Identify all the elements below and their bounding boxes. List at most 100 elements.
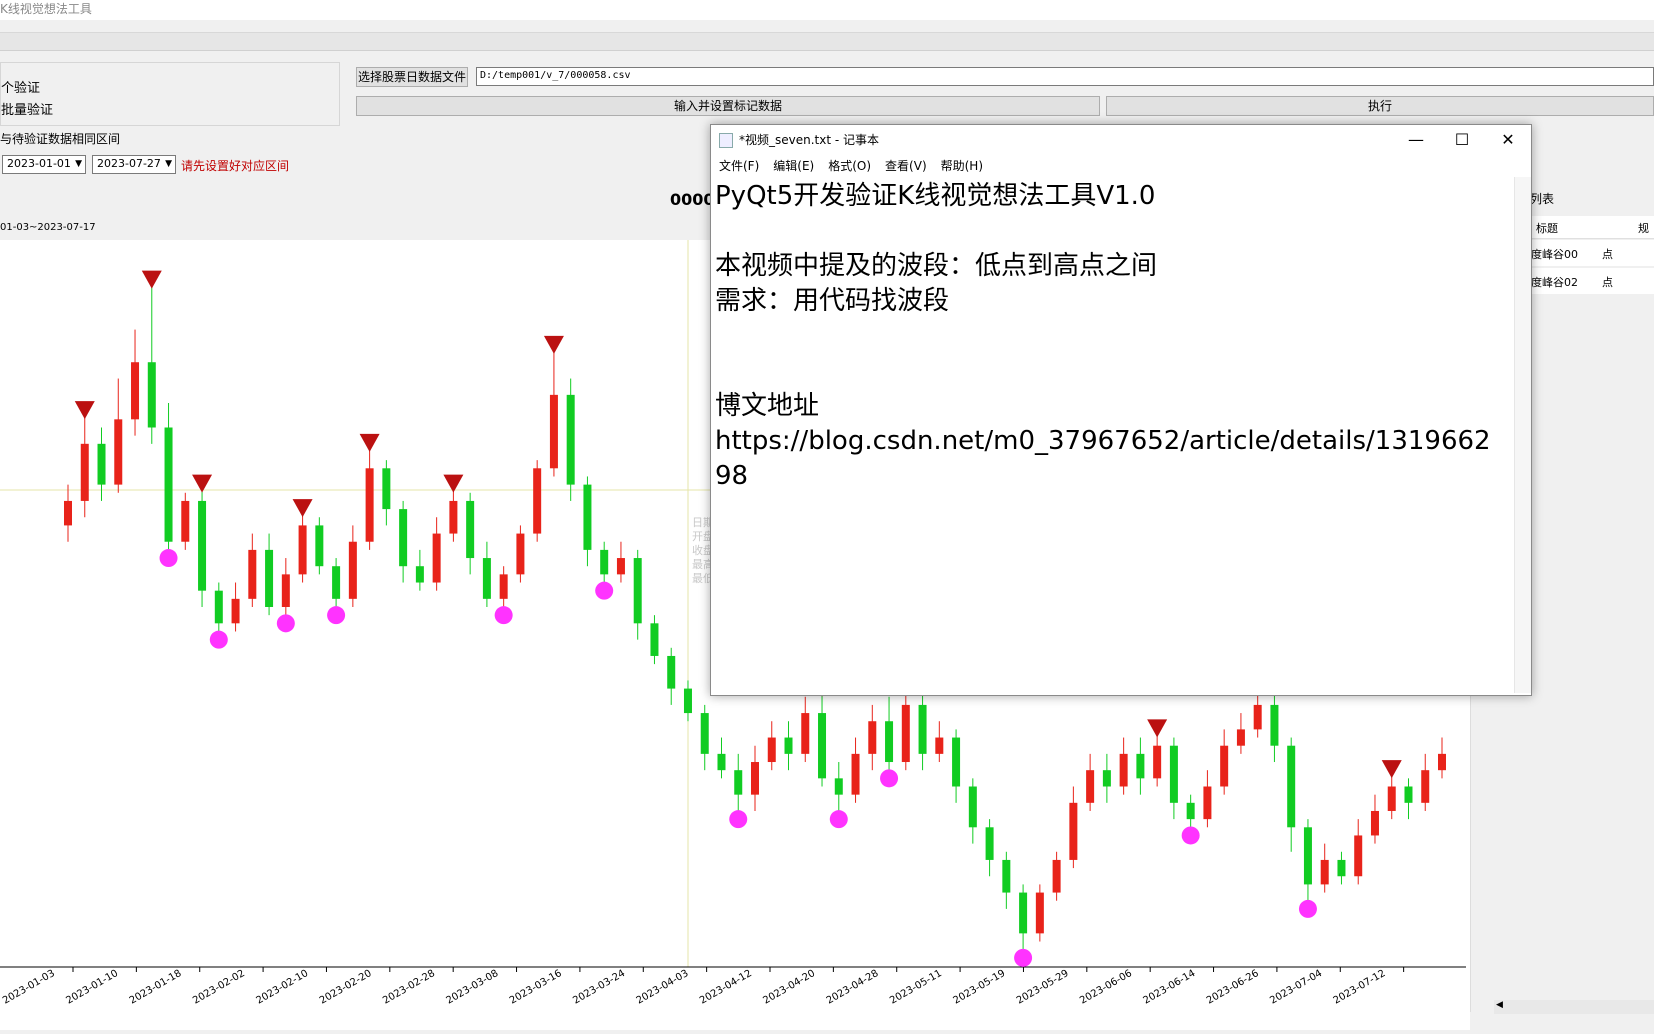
candle-body (633, 558, 642, 624)
menu-file[interactable]: 文件(F) (719, 159, 759, 173)
candle-body (734, 770, 743, 795)
app-titlebar: K线视觉想法工具 (0, 0, 1654, 20)
col-title: 标题 (1536, 222, 1558, 235)
candle-body (533, 468, 542, 534)
peak-marker (74, 401, 95, 420)
candle-body (399, 509, 408, 567)
x-tick-label: 2023-04-20 (761, 968, 817, 1007)
candle-body (784, 737, 793, 754)
candle-body (851, 753, 860, 795)
x-tick-label: 2023-07-12 (1332, 968, 1388, 1007)
minimize-icon[interactable]: — (1393, 125, 1439, 155)
x-tick-label: 2023-01-10 (64, 968, 120, 1007)
trough-marker (729, 810, 748, 829)
notepad-text-area[interactable]: PyQt5开发验证K线视觉想法工具V1.0 本视频中提及的波段：低点到高点之间 … (715, 179, 1505, 689)
app-title: K线视觉想法工具 (0, 2, 92, 16)
candle-body (214, 590, 223, 624)
candle-body (650, 623, 659, 656)
candle-body (114, 419, 123, 485)
notepad-window[interactable]: *视频_seven.txt - 记事本 — ☐ ✕ 文件(F) 编辑(E) 格式(O… (710, 124, 1532, 696)
notepad-titlebar[interactable]: *视频_seven.txt - 记事本 — ☐ ✕ (711, 125, 1531, 155)
notepad-menu-bar: 文件(F) 编辑(E) 格式(O) 查看(V) 帮助(H) (711, 155, 1531, 177)
candle-body (164, 427, 173, 542)
range-warning: 请先设置好对应区间 (181, 159, 290, 173)
notepad-title: *视频_seven.txt - 记事本 (739, 133, 880, 147)
radio-batch-verify[interactable]: 批量验证 (1, 99, 53, 118)
table-row[interactable]: 坡度峰谷02 点 (1520, 268, 1654, 294)
candle-body (1354, 835, 1363, 877)
select-file-button[interactable]: 选择股票日数据文件 (356, 67, 468, 87)
candle-body (549, 394, 558, 469)
list-horizontal-scrollbar[interactable]: ◀ (1494, 1000, 1654, 1014)
candle-body (1136, 753, 1145, 779)
candle-body (198, 500, 207, 591)
file-path-input[interactable]: D:/temp001/v_7/000058.csv (476, 67, 1654, 86)
trough-marker (595, 581, 614, 600)
candle-body (80, 443, 89, 501)
candle-body (1203, 786, 1212, 820)
input-mark-data-button[interactable]: 输入并设置标记数据 (356, 96, 1100, 116)
candle-body (516, 533, 525, 575)
x-tick-label: 2023-04-03 (635, 968, 691, 1007)
maximize-icon[interactable]: ☐ (1439, 125, 1485, 155)
trough-marker (276, 614, 295, 633)
start-date-picker[interactable]: 2023-01-01 ▼ (2, 155, 86, 174)
candle-body (1236, 729, 1245, 746)
candle-body (231, 598, 240, 624)
trough-marker (880, 769, 899, 788)
notepad-scrollbar[interactable] (1514, 177, 1531, 693)
candle-body (499, 574, 508, 599)
candle-body (717, 753, 726, 771)
end-date-picker[interactable]: 2023-07-27 ▼ (92, 155, 176, 174)
menu-view[interactable]: 查看(V) (885, 159, 927, 173)
execute-button[interactable]: 执行 (1106, 96, 1654, 116)
candle-body (600, 549, 609, 575)
candle-body (583, 484, 592, 550)
peak-marker (1147, 719, 1168, 738)
mode-groupbox: 个验证 批量验证 (0, 62, 340, 126)
peak-marker (359, 433, 380, 452)
candle-body (1052, 859, 1061, 893)
candle-body (1119, 753, 1128, 787)
candle-body (348, 541, 357, 599)
candle-body (1387, 786, 1396, 811)
candle-body (1169, 745, 1178, 803)
trough-marker (829, 810, 848, 829)
candle-body (935, 737, 944, 754)
candle-body (667, 655, 676, 689)
candle-body (1220, 745, 1229, 787)
x-tick-label: 2023-02-28 (381, 968, 437, 1007)
chevron-left-icon[interactable]: ◀ (1496, 1000, 1503, 1010)
candle-body (1404, 786, 1413, 803)
candle-body (1270, 704, 1279, 746)
menu-help[interactable]: 帮助(H) (941, 159, 983, 173)
table-row[interactable]: 坡度峰谷00 点 (1520, 240, 1654, 266)
candle-body (700, 713, 709, 754)
stock-code-title: 0000 (670, 190, 715, 209)
x-tick-label: 2023-01-03 (1, 968, 57, 1007)
candle-body (131, 362, 140, 420)
x-tick-label: 2023-05-19 (951, 968, 1007, 1007)
list-header: 标题 规 (1520, 216, 1654, 239)
trough-marker (327, 606, 346, 625)
peak-marker (1381, 760, 1402, 779)
menu-format[interactable]: 格式(O) (828, 159, 871, 173)
candle-body (968, 786, 977, 828)
notepad-icon (719, 133, 733, 148)
candle-body (64, 500, 72, 526)
candle-body (751, 762, 759, 795)
candle-body (1287, 745, 1296, 828)
close-icon[interactable]: ✕ (1485, 125, 1531, 155)
peak-marker (292, 499, 313, 518)
menu-edit[interactable]: 编辑(E) (773, 159, 814, 173)
trough-marker (1298, 899, 1317, 918)
candle-body (1086, 770, 1095, 803)
candle-body (97, 443, 106, 485)
x-tick-label: 2023-04-28 (825, 968, 881, 1007)
list-title: 列表 (1530, 192, 1555, 206)
x-tick-label: 2023-06-26 (1205, 968, 1261, 1007)
candle-body (1438, 753, 1446, 771)
col-type: 规 (1638, 222, 1649, 235)
candle-body (1303, 827, 1312, 885)
radio-single-verify[interactable]: 个验证 (1, 77, 40, 96)
